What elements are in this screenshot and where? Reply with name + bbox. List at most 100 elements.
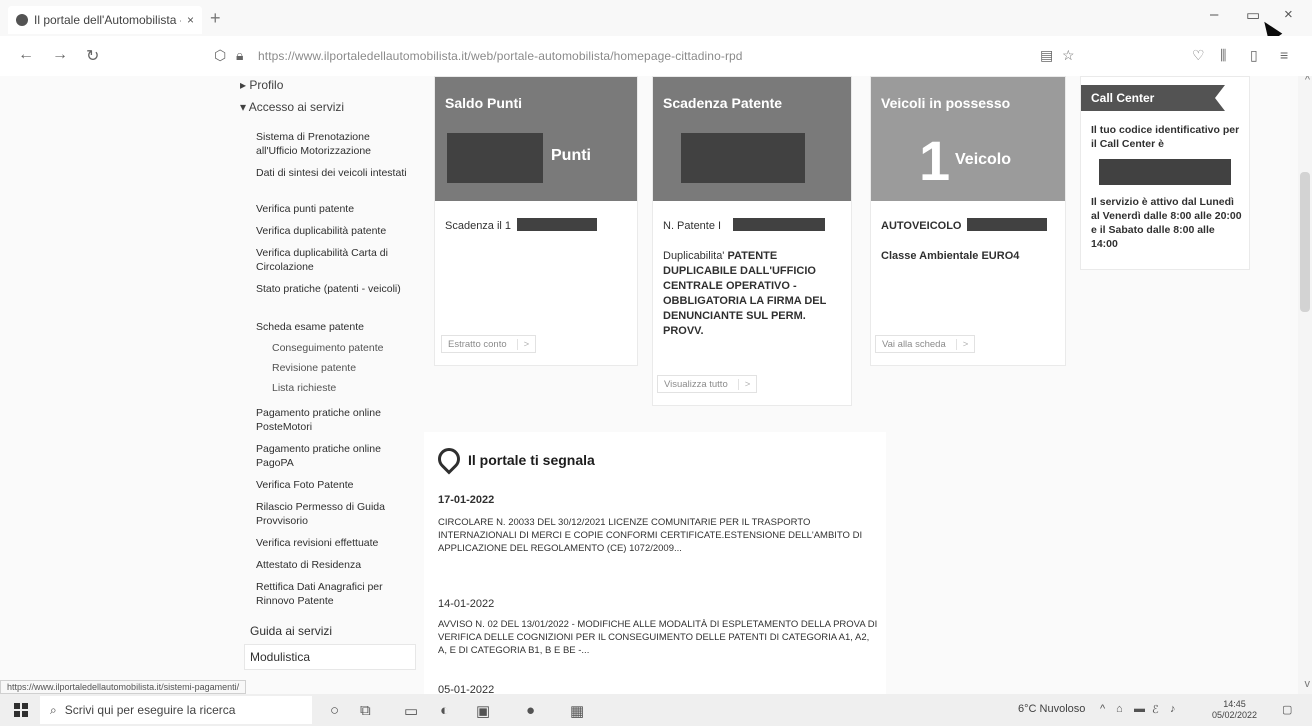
store-icon[interactable]: ▣ (476, 702, 490, 720)
weather-widget[interactable]: 6°C Nuvoloso (1018, 703, 1085, 715)
sidebar-item-profilo[interactable]: ▸ Profilo (240, 78, 283, 92)
news-date: 05-01-2022 (438, 684, 495, 694)
firefox-icon[interactable]: ● (526, 702, 535, 719)
tab-close-icon[interactable]: × (187, 13, 194, 27)
pocket-icon[interactable]: ♡ (1192, 47, 1205, 64)
card-veicoli-count: 1 (919, 129, 951, 192)
file-explorer-icon[interactable]: ▭ (404, 702, 418, 720)
card-veicolo-tipo: AUTOVEICOLO (881, 220, 962, 232)
edge-icon[interactable]: ◐ (440, 702, 449, 719)
call-center-title: Call Center (1081, 85, 1225, 111)
sidebar-item-scheda-esame[interactable]: Scheda esame patente (256, 320, 408, 334)
arrow-right-icon: > (955, 338, 968, 350)
dup-value: PATENTE DUPLICABILE DALL'UFFICIO CENTRAL… (663, 250, 827, 337)
sidebar-item-prenotazione[interactable]: Sistema di Prenotazione all'Ufficio Moto… (256, 130, 408, 158)
battery-icon[interactable]: ▬ (1134, 703, 1145, 715)
card-veicoli-title: Veicoli in possesso (881, 95, 1011, 111)
network-icon[interactable]: ⌂ (1116, 703, 1123, 715)
close-window-button[interactable]: × (1284, 6, 1293, 23)
call-center-orari: Il servizio è attivo dal Lunedì al Vener… (1091, 196, 1242, 250)
redacted-scadenza-date (517, 218, 597, 231)
sidebar-item-duplicabilita-patente[interactable]: Verifica duplicabilità patente (256, 224, 408, 238)
windows-taskbar: ⌕ Scrivi qui per eseguire la ricerca ○ ⧉… (0, 694, 1312, 726)
redacted-call-center-code (1099, 159, 1231, 185)
news-title: Il portale ti segnala (468, 452, 595, 468)
browser-tab[interactable]: Il portale dell'Automobilista - I × (8, 6, 202, 34)
app-icon[interactable]: ▦ (570, 702, 584, 720)
windows-start-icon[interactable] (14, 703, 28, 717)
sidebar-item-revisioni[interactable]: Verifica revisioni effettuate (256, 536, 408, 550)
maximize-button[interactable]: ▭ (1246, 6, 1260, 24)
clock-date: 05/02/2022 (1212, 710, 1258, 720)
sidebar-item-pagopa[interactable]: Pagamento pratiche online PagoPA (256, 442, 408, 470)
sidebar-item-accesso-servizi[interactable]: ▾ Accesso ai servizi (240, 100, 344, 114)
sidebar-item-modulistica[interactable]: Modulistica (250, 650, 310, 664)
cortana-icon[interactable]: ○ (330, 702, 339, 719)
card-numero-patente: N. Patente I (663, 220, 722, 232)
estratto-conto-button[interactable]: Estratto conto > (441, 335, 537, 353)
vai-alla-scheda-button[interactable]: Vai alla scheda > (875, 335, 976, 353)
shield-icon[interactable]: ⬡ (214, 47, 226, 64)
task-view-icon[interactable]: ⧉ (360, 702, 371, 719)
card-saldo-title: Saldo Punti (445, 95, 522, 111)
sidebar-item-permesso-guida[interactable]: Rilascio Permesso di Guida Provvisorio (256, 500, 408, 528)
call-center-intro: Il tuo codice identificativo per il Call… (1091, 124, 1240, 150)
sidebar-item-guida-servizi[interactable]: Guida ai servizi (250, 624, 332, 638)
visualizza-tutto-label: Visualizza tutto (664, 378, 728, 390)
sidebar-subitem-conseguimento[interactable]: Conseguimento patente (272, 342, 384, 354)
card-scadenza-title: Scadenza Patente (663, 95, 783, 111)
sidebar-icon[interactable]: ▯ (1250, 47, 1258, 64)
sidebar-subitem-lista-richieste[interactable]: Lista richieste (272, 382, 336, 394)
sidebar-item-rettifica-dati[interactable]: Rettifica Dati Anagrafici per Rinnovo Pa… (256, 580, 408, 608)
sidebar-subitem-revisione[interactable]: Revisione patente (272, 362, 356, 374)
bookmark-star-icon[interactable]: ☆ (1062, 47, 1075, 64)
menu-icon[interactable]: ≡ (1280, 47, 1288, 63)
taskbar-clock[interactable]: 14:45 05/02/2022 (1212, 699, 1257, 721)
library-icon[interactable]: ⫼ (1220, 47, 1226, 64)
news-item-text[interactable]: CIRCOLARE N. 20033 DEL 30/12/2021 LICENZ… (438, 516, 878, 555)
sidebar-item-stato-pratiche[interactable]: Stato pratiche (patenti - veicoli) (256, 282, 408, 296)
dup-label: Duplicabilita' (663, 250, 725, 262)
card-saldo-punti: Saldo Punti Punti Scadenza il 1 Estratto… (434, 76, 638, 366)
back-button[interactable]: ← (18, 46, 34, 64)
lock-icon[interactable]: 🔒︎ (236, 47, 243, 64)
redacted-plate (967, 218, 1047, 231)
map-pin-icon (433, 443, 465, 475)
scroll-thumb[interactable] (1300, 172, 1310, 312)
url-bar[interactable]: https://www.ilportaledellautomobilista.i… (258, 49, 743, 63)
redacted-expiry (681, 133, 805, 183)
volume-icon[interactable]: ♪ (1170, 703, 1176, 715)
tab-title: Il portale dell'Automobilista - I (34, 13, 181, 27)
vai-alla-scheda-label: Vai alla scheda (882, 338, 946, 350)
reload-button[interactable]: ↻ (86, 46, 99, 66)
navigation-bar: ← → ↻ ⬡ 🔒︎ https://www.ilportaledellauto… (0, 36, 1312, 76)
taskbar-search-box[interactable]: ⌕ Scrivi qui per eseguire la ricerca (40, 696, 312, 724)
notifications-icon[interactable]: ▢ (1282, 703, 1292, 716)
forward-button[interactable]: → (52, 46, 68, 64)
card-veicoli-header: Veicoli in possesso 1 Veicolo (871, 77, 1065, 201)
sidebar-item-punti-patente[interactable]: Verifica punti patente (256, 202, 408, 216)
redacted-points (447, 133, 543, 183)
minimize-button[interactable]: – (1210, 6, 1218, 23)
language-icon[interactable]: ℰ (1152, 703, 1159, 716)
page-content: ▸ Profilo ▾ Accesso ai servizi Sistema d… (0, 76, 1312, 694)
sidebar-item-residenza[interactable]: Attestato di Residenza (256, 558, 408, 572)
scroll-down-icon[interactable]: v (1305, 678, 1311, 690)
sidebar-item-foto-patente[interactable]: Verifica Foto Patente (256, 478, 408, 492)
tray-chevron-icon[interactable]: ^ (1100, 703, 1105, 715)
card-saldo-header: Saldo Punti Punti (435, 77, 637, 201)
sidebar-item-postemotori[interactable]: Pagamento pratiche online PosteMotori (256, 406, 408, 434)
new-tab-button[interactable]: + (210, 8, 221, 29)
card-veicoli-unit: Veicolo (955, 151, 1012, 168)
redacted-license-number (733, 218, 825, 231)
reader-view-icon[interactable]: ▤ (1040, 47, 1053, 64)
visualizza-tutto-button[interactable]: Visualizza tutto > (657, 375, 758, 393)
scroll-up-icon[interactable]: ^ (1305, 76, 1310, 86)
page-scrollbar[interactable]: ^ v (1298, 76, 1312, 694)
card-scadenza-patente: Scadenza Patente N. Patente I Duplicabil… (652, 76, 852, 406)
sidebar-item-duplicabilita-carta[interactable]: Verifica duplicabilità Carta di Circolaz… (256, 246, 408, 274)
news-item-text[interactable]: AVVISO N. 02 DEL 13/01/2022 - MODIFICHE … (438, 618, 878, 657)
card-classe-ambientale: Classe Ambientale EURO4 (881, 250, 1020, 262)
sidebar-item-dati-veicoli[interactable]: Dati di sintesi dei veicoli intestati (256, 166, 408, 180)
tab-bar: Il portale dell'Automobilista - I × + – … (0, 0, 1312, 43)
